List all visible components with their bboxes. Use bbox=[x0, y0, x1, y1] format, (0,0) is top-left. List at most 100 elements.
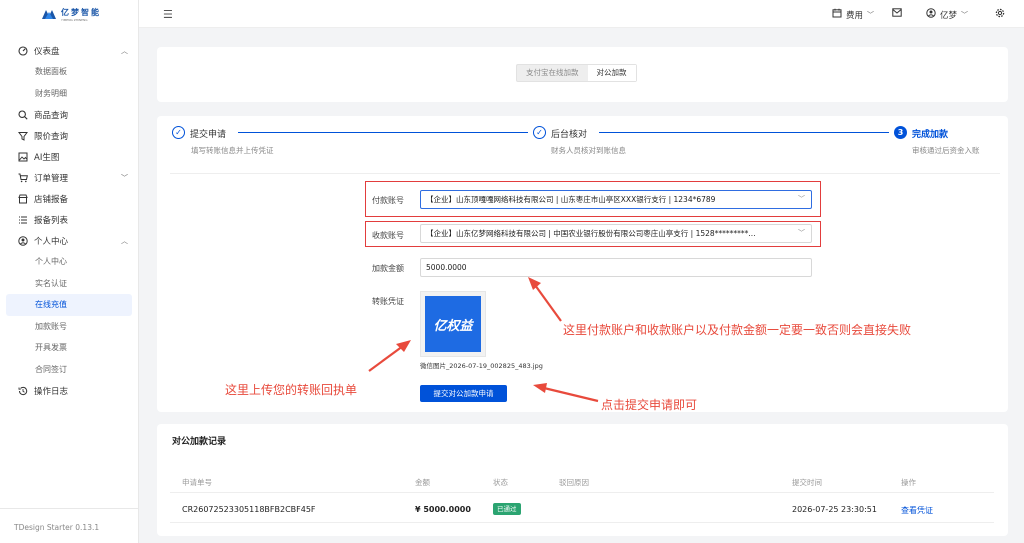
step-connector bbox=[238, 132, 528, 133]
col-time: 提交时间 bbox=[792, 478, 822, 487]
payer-select[interactable]: 【企业】山东顶嘎嘎网络科技有限公司 | 山东枣庄市山亭区XXX银行支行 | 12… bbox=[420, 190, 812, 209]
history-icon bbox=[17, 386, 29, 396]
sidebar-item-operation-log[interactable]: 操作日志 bbox=[0, 380, 138, 401]
sidebar-item-label: 操作日志 bbox=[34, 386, 69, 397]
search-icon bbox=[17, 109, 29, 120]
fee-label: 费用 bbox=[846, 10, 864, 21]
voucher-label: 转账凭证 bbox=[372, 297, 404, 306]
step-1-desc: 填写转账信息并上传凭证 bbox=[191, 146, 274, 155]
sidebar-item-personal-center[interactable]: 个人中心 bbox=[0, 251, 138, 273]
annotation-submit: 点击提交申请即可 bbox=[601, 398, 698, 412]
sidebar-item-product-search[interactable]: 商品查询 bbox=[0, 104, 138, 125]
step-2-desc: 财务人员核对到账信息 bbox=[551, 146, 626, 155]
user-avatar-icon bbox=[926, 8, 936, 21]
gear-icon bbox=[995, 8, 1005, 21]
version-text: TDesign Starter 0.13.1 bbox=[14, 523, 100, 532]
col-status: 状态 bbox=[493, 478, 508, 487]
sidebar-menu: 仪表盘 ︿ 数据面板 财务明细 商品查询 限价查询 AI生图 订单管理 ﹀ 店铺… bbox=[0, 28, 138, 401]
chevron-down-icon: ﹀ bbox=[121, 173, 128, 182]
logo-icon bbox=[42, 8, 57, 20]
sidebar-item-label: 限价查询 bbox=[34, 131, 69, 142]
cart-icon bbox=[17, 173, 29, 183]
sidebar-group-label: 订单管理 bbox=[34, 173, 69, 184]
sidebar-group-dashboard[interactable]: 仪表盘 ︿ bbox=[0, 40, 138, 61]
step-1-title: 提交申请 bbox=[190, 130, 227, 140]
tab-alipay[interactable]: 支付宝在线加款 bbox=[517, 65, 588, 81]
sidebar-group-orders[interactable]: 订单管理 ﹀ bbox=[0, 167, 138, 188]
col-id: 申请单号 bbox=[182, 478, 212, 487]
sidebar-item-label: 报备列表 bbox=[34, 215, 69, 226]
chevron-up-icon: ︿ bbox=[121, 236, 128, 245]
sidebar-item-ai-image[interactable]: AI生图 bbox=[0, 146, 138, 167]
chevron-up-icon: ︿ bbox=[121, 46, 128, 55]
annotation-consistency: 这里付款账户和收款账户以及付款金额一定要一致否则会直接失败 bbox=[563, 323, 912, 337]
calendar-icon bbox=[832, 8, 842, 21]
menu-toggle-icon[interactable]: ☰ bbox=[163, 8, 173, 21]
payment-mode-switch: 支付宝在线加款 对公加款 bbox=[516, 64, 637, 82]
voucher-image-text: 亿权益 bbox=[433, 318, 473, 334]
image-icon bbox=[17, 152, 29, 162]
submit-button[interactable]: 提交对公加款申请 bbox=[420, 385, 507, 402]
step-2-title: 后台核对 bbox=[551, 130, 588, 140]
sidebar-item-report-list[interactable]: 报备列表 bbox=[0, 209, 138, 230]
sidebar-item-finance[interactable]: 财务明细 bbox=[0, 83, 138, 105]
sidebar-item-price-limit[interactable]: 限价查询 bbox=[0, 125, 138, 146]
settings-button[interactable] bbox=[995, 8, 1005, 21]
payee-select[interactable]: 【企业】山东亿梦网络科技有限公司 | 中国农业银行股份有限公司枣庄山亭支行 | … bbox=[420, 224, 812, 243]
arrow-icon bbox=[528, 277, 562, 322]
filter-icon bbox=[17, 131, 29, 141]
amount-input[interactable]: 5000.0000 bbox=[420, 258, 812, 277]
row-amount: ¥ 5000.0000 bbox=[415, 505, 471, 514]
check-icon: ✓ bbox=[533, 126, 546, 139]
col-action: 操作 bbox=[901, 478, 916, 487]
user-name: 亿梦 bbox=[940, 10, 958, 21]
tab-corporate[interactable]: 对公加款 bbox=[587, 65, 636, 81]
brand-name: 亿梦智能 bbox=[61, 7, 101, 17]
row-time: 2026-07-25 23:30:51 bbox=[792, 505, 877, 514]
brand-sub: YIMENG ZHINENG bbox=[61, 17, 88, 22]
sidebar-item-contract[interactable]: 合同签订 bbox=[0, 359, 138, 381]
voucher-upload[interactable]: 亿权益 bbox=[420, 291, 486, 357]
sidebar-group-personal[interactable]: 个人中心 ︿ bbox=[0, 230, 138, 251]
logo[interactable]: 亿梦智能 YIMENG ZHINENG bbox=[0, 0, 138, 28]
sidebar-group-label: 个人中心 bbox=[34, 236, 69, 247]
annotation-upload: 这里上传您的转账回执单 bbox=[225, 383, 358, 397]
chevron-down-icon: ﹀ bbox=[798, 195, 805, 203]
payer-value: 【企业】山东顶嘎嘎网络科技有限公司 | 山东枣庄市山亭区XXX银行支行 | 12… bbox=[426, 195, 716, 204]
sidebar-item-online-recharge[interactable]: 在线充值 bbox=[6, 294, 132, 316]
mail-button[interactable] bbox=[892, 8, 902, 20]
sidebar-item-label: 商品查询 bbox=[34, 110, 69, 121]
voucher-thumbnail: 亿权益 bbox=[425, 296, 481, 352]
view-voucher-link[interactable]: 查看凭证 bbox=[901, 505, 933, 516]
chevron-down-icon: ﹀ bbox=[961, 10, 969, 19]
payee-value: 【企业】山东亿梦网络科技有限公司 | 中国农业银行股份有限公司枣庄山亭支行 | … bbox=[426, 229, 756, 238]
step-3-title: 完成加款 bbox=[912, 130, 949, 140]
sidebar-item-invoice[interactable]: 开具发票 bbox=[0, 337, 138, 359]
user-dropdown[interactable]: 亿梦 ﹀ bbox=[926, 8, 968, 21]
amount-label: 加款金额 bbox=[372, 264, 404, 273]
sidebar: 亿梦智能 YIMENG ZHINENG 仪表盘 ︿ 数据面板 财务明细 商品查询… bbox=[0, 0, 139, 543]
check-icon: ✓ bbox=[172, 126, 185, 139]
fee-dropdown[interactable]: 费用 ﹀ bbox=[832, 8, 874, 21]
arrow-icon bbox=[368, 340, 411, 372]
status-badge: 已通过 bbox=[493, 503, 521, 515]
sidebar-item-real-name[interactable]: 实名认证 bbox=[0, 273, 138, 295]
chevron-down-icon: ﹀ bbox=[867, 10, 875, 19]
top-header: ☰ 费用 ﹀ 亿梦 ﹀ bbox=[139, 0, 1024, 28]
col-reason: 驳回原因 bbox=[559, 478, 589, 487]
arrow-icon bbox=[533, 383, 599, 403]
row-id: CR26072523305118BFB2CBF45F bbox=[182, 505, 316, 514]
user-icon bbox=[17, 235, 29, 246]
shop-icon bbox=[17, 194, 29, 204]
sidebar-item-data-panel[interactable]: 数据面板 bbox=[0, 61, 138, 83]
sidebar-item-funding-account[interactable]: 加款账号 bbox=[0, 316, 138, 338]
dashboard-icon bbox=[17, 45, 29, 56]
form-divider bbox=[170, 173, 1000, 174]
step-3-desc: 审核通过后资金入账 bbox=[912, 146, 980, 155]
records-title: 对公加款记录 bbox=[172, 437, 227, 447]
sidebar-item-shop-report[interactable]: 店铺报备 bbox=[0, 188, 138, 209]
sidebar-item-label: 店铺报备 bbox=[34, 194, 69, 205]
voucher-filename: 微信图片_2026-07-19_002825_483.jpg bbox=[420, 362, 543, 370]
sidebar-item-label: AI生图 bbox=[34, 152, 60, 163]
mail-icon bbox=[892, 8, 902, 20]
